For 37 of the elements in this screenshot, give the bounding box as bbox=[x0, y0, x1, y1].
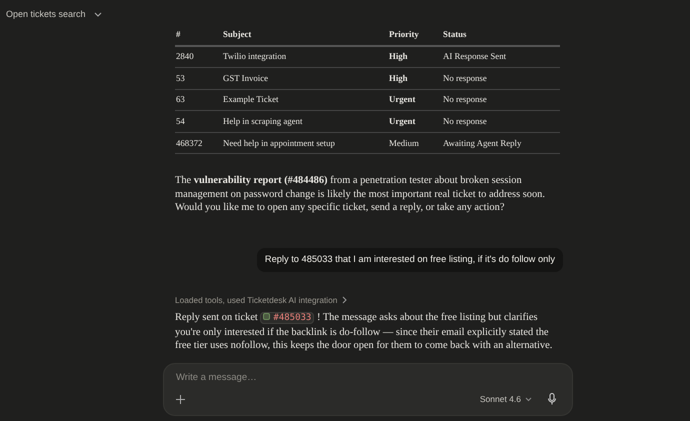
plus-icon[interactable] bbox=[176, 394, 185, 404]
microphone-icon[interactable] bbox=[548, 393, 556, 406]
table-cell: GST Invoice bbox=[222, 68, 388, 90]
table-cell: Help in scraping agent bbox=[222, 110, 388, 132]
table-cell: No response bbox=[442, 89, 560, 111]
table-cell: AI Response Sent bbox=[442, 46, 560, 68]
chevron-down-icon bbox=[94, 12, 102, 17]
table-cell: No response bbox=[442, 68, 560, 90]
table-cell: High bbox=[388, 46, 442, 68]
column-header: # bbox=[175, 24, 222, 46]
table-cell: 63 bbox=[175, 89, 222, 111]
table-cell: 468372 bbox=[175, 132, 222, 154]
model-selector[interactable]: Sonnet 4.6 bbox=[480, 392, 532, 406]
table-cell: High bbox=[388, 68, 442, 90]
tool-call-toggle[interactable]: Open tickets search bbox=[6, 8, 102, 22]
table-cell: No response bbox=[442, 110, 560, 132]
table-cell: Medium bbox=[388, 132, 442, 154]
message-input[interactable]: Write a message… bbox=[176, 370, 476, 385]
table-cell: Urgent bbox=[388, 110, 442, 132]
column-header: Status bbox=[442, 24, 560, 46]
table-cell: Twilio integration bbox=[222, 46, 388, 68]
table-cell: Urgent bbox=[388, 89, 442, 111]
ticket-link[interactable]: #485033 bbox=[260, 312, 314, 324]
table-cell: Need help in appointment setup bbox=[222, 132, 388, 154]
table-cell: 54 bbox=[175, 110, 222, 132]
chevron-down-icon bbox=[525, 396, 532, 402]
chevron-right-icon bbox=[342, 296, 348, 304]
assistant-message: Reply sent on ticket #485033 ! The message asks about the free listing but clarifies you're only interested if the backlink is do-follow — since their email explicitly stated the free tier uses nofollow, this keeps the door open for them to come back with an alternative. bbox=[175, 311, 554, 353]
tool-status-toggle[interactable]: Loaded tools, used Ticketdesk AI integration bbox=[175, 294, 348, 306]
table-cell: Example Ticket bbox=[222, 89, 388, 111]
column-header: Priority bbox=[388, 24, 442, 46]
table-cell: Awaiting Agent Reply bbox=[442, 132, 560, 154]
column-header: Subject bbox=[222, 24, 388, 46]
assistant-message: The vulnerability report (#484486) from a penetration tester about broken session management on password change is likely the most important real ticket to address soon. Would you like me to open any specific ticket, send a reply, or take any action? bbox=[175, 174, 546, 215]
user-message: Reply to 485033 that I am interested on free listing, if it's do follow only bbox=[256, 248, 563, 272]
table-cell: 53 bbox=[175, 68, 222, 90]
table-cell: 2840 bbox=[175, 46, 222, 68]
